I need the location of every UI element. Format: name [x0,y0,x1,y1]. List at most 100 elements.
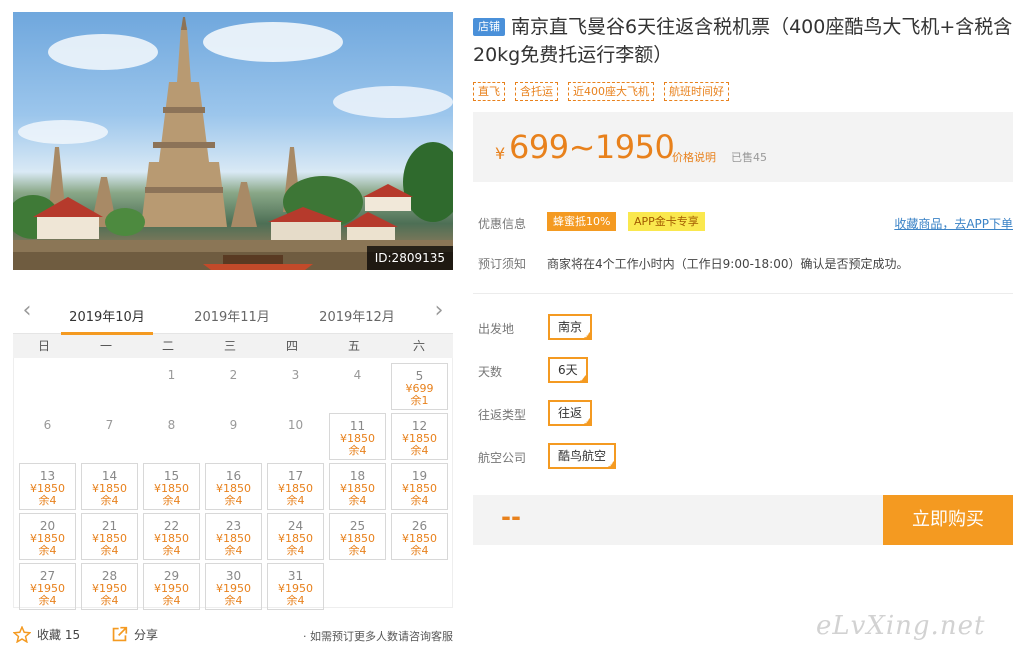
day-number: 24 [287,519,304,533]
calendar-day-4: 4 [329,363,386,410]
day-stock: 余4 [286,494,305,507]
day-number: 21 [101,519,118,533]
feature-tags: 直飞 含托运 近400座大飞机 航班时间好 [473,82,729,101]
favorite-label: 收藏 15 [37,628,81,642]
day-number: 8 [167,418,176,432]
day-stock: 余4 [162,594,181,607]
day-number: 6 [43,418,52,432]
calendar-day-29[interactable]: 29 ¥1950 余4 [143,563,200,610]
day-number: 17 [287,469,304,483]
day-number: 16 [225,469,242,483]
weekday-label: 四 [285,339,298,353]
calendar-day-17[interactable]: 17 ¥1850 余4 [267,463,324,510]
price-panel: ¥ 699~1950 价格说明 已售45 [473,112,1013,182]
day-stock: 余4 [348,544,367,557]
calendar-day-13[interactable]: 13 ¥1850 余4 [19,463,76,510]
day-number: 23 [225,519,242,533]
day-stock: 余1 [410,394,429,407]
option-label-days: 天数 [478,365,503,379]
chevron-left-icon[interactable]: ‹ [17,300,37,322]
price-calendar: ‹ 2019年10月 2019年11月 2019年12月 › 日 一 二 三 四… [13,296,453,610]
day-number: 13 [39,469,56,483]
option-label-departure: 出发地 [478,322,515,336]
feature-tag: 航班时间好 [664,82,729,101]
day-number: 14 [101,469,118,483]
month-tab-2[interactable]: 2019年11月 [186,306,278,325]
day-number: 2 [229,368,238,382]
calendar-day-12[interactable]: 12 ¥1850 余4 [391,413,448,460]
day-number: 9 [229,418,238,432]
share-icon [112,626,128,642]
airline-option[interactable]: 酷鸟航空 [548,443,617,470]
day-number: 18 [349,469,366,483]
calendar-day-9: 9 [205,413,262,460]
calendar-day-24[interactable]: 24 ¥1850 余4 [267,513,324,560]
calendar-day-16[interactable]: 16 ¥1850 余4 [205,463,262,510]
total-price-placeholder: -- [501,503,521,531]
trip-type-option[interactable]: 往返 [548,400,593,427]
day-stock: 余4 [286,594,305,607]
day-number: 26 [411,519,428,533]
product-footer: 收藏 15 分享 · 如需预订更多人数请咨询客服 [13,624,453,646]
calendar-day-1: 1 [143,363,200,410]
month-tab-1[interactable]: 2019年10月 [61,306,153,335]
promo-tag-honey: 蜂蜜抵10% [547,212,617,231]
favorite-button[interactable]: 收藏 15 [13,626,80,643]
calendar-day-6: 6 [19,413,76,460]
share-button[interactable]: 分享 [111,626,158,643]
chevron-right-icon[interactable]: › [429,300,449,322]
calendar-day-20[interactable]: 20 ¥1850 余4 [19,513,76,560]
price-note-link[interactable]: 价格说明 [672,149,716,165]
day-stock: 余4 [410,494,429,507]
calendar-day-22[interactable]: 22 ¥1850 余4 [143,513,200,560]
day-number: 27 [39,569,56,583]
currency-symbol: ¥ [495,144,506,163]
calendar-day-14[interactable]: 14 ¥1850 余4 [81,463,138,510]
day-number: 15 [163,469,180,483]
days-option[interactable]: 6天 [548,357,588,384]
day-stock: 余4 [224,594,243,607]
weekday-header: 日 一 二 三 四 五 六 [13,334,453,358]
day-number: 7 [105,418,114,432]
day-number: 10 [287,418,304,432]
calendar-day-25[interactable]: 25 ¥1850 余4 [329,513,386,560]
day-stock: 余4 [410,544,429,557]
calendar-day-28[interactable]: 28 ¥1950 余4 [81,563,138,610]
day-stock: 余4 [100,544,119,557]
divider [473,293,1013,294]
calendar-day-8: 8 [143,413,200,460]
day-stock: 余4 [162,544,181,557]
promo-tag-app: APP金卡专享 [628,212,705,231]
calendar-day-5[interactable]: 5 ¥699 余1 [391,363,448,410]
calendar-day-15[interactable]: 15 ¥1850 余4 [143,463,200,510]
feature-tag: 含托运 [515,82,558,101]
app-order-link[interactable]: 收藏商品，去APP下单 [894,215,1013,232]
day-stock: 余4 [224,494,243,507]
day-stock: 余4 [38,594,57,607]
day-stock: 余4 [410,444,429,457]
day-number: 4 [353,368,362,382]
calendar-day-19[interactable]: 19 ¥1850 余4 [391,463,448,510]
departure-option[interactable]: 南京 [548,314,593,341]
calendar-day-18[interactable]: 18 ¥1850 余4 [329,463,386,510]
purchase-bar: -- 立即购买 [473,495,1013,545]
day-stock: 余4 [224,544,243,557]
option-label-airline: 航空公司 [478,451,527,465]
calendar-day-11[interactable]: 11 ¥1850 余4 [329,413,386,460]
buy-now-button[interactable]: 立即购买 [883,495,1013,545]
calendar-day-27[interactable]: 27 ¥1950 余4 [19,563,76,610]
weekday-label: 五 [347,339,360,353]
calendar-day-7: 7 [81,413,138,460]
shop-badge[interactable]: 店铺 [473,18,505,36]
calendar-day-26[interactable]: 26 ¥1850 余4 [391,513,448,560]
day-number: 11 [349,419,366,433]
feature-tag: 近400座大飞机 [568,82,654,101]
calendar-day-31[interactable]: 31 ¥1950 余4 [267,563,324,610]
month-tab-3[interactable]: 2019年12月 [311,306,403,325]
calendar-day-10: 10 [267,413,324,460]
calendar-day-23[interactable]: 23 ¥1850 余4 [205,513,262,560]
day-stock: 余4 [286,544,305,557]
weekday-label: 六 [412,339,425,353]
calendar-day-30[interactable]: 30 ¥1950 余4 [205,563,262,610]
calendar-day-21[interactable]: 21 ¥1850 余4 [81,513,138,560]
